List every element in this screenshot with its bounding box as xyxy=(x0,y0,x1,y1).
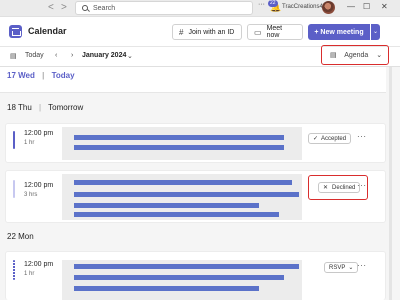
forward-arrow-icon[interactable]: > xyxy=(61,2,67,13)
title-bar: < > Search ··· 🔔 22 TracCreations48 — ☐ … xyxy=(0,0,400,17)
avatar[interactable] xyxy=(322,1,335,14)
event-duration: 1 hr xyxy=(24,271,35,277)
status-label: RSVP xyxy=(329,264,346,271)
minimize-icon[interactable]: — xyxy=(347,2,355,11)
next-arrow-icon[interactable]: › xyxy=(71,52,73,59)
day-heading-tomorrow: 18 Thu | Tomorrow xyxy=(7,103,83,112)
meet-label: Meet now xyxy=(266,25,283,39)
month-chevron-down-icon[interactable]: ⌄ xyxy=(127,52,133,60)
event-details xyxy=(62,260,302,300)
event-details xyxy=(62,174,302,220)
event-color-bar xyxy=(13,180,15,198)
redacted-text-bar xyxy=(74,135,284,140)
meet-now-button[interactable]: ▭ Meet now xyxy=(247,24,303,40)
view-switcher-button[interactable]: ▤ Agenda ⌄ xyxy=(330,51,382,59)
notification-badge: 22 xyxy=(268,0,278,7)
calendar-header: Calendar # Join with an ID ▭ Meet now + … xyxy=(0,17,400,47)
more-options-icon[interactable]: ··· xyxy=(357,181,367,190)
event-details xyxy=(62,127,302,160)
event-color-bar xyxy=(13,131,15,149)
today-button[interactable]: Today xyxy=(25,52,44,59)
divider: | xyxy=(42,71,45,80)
video-camera-icon: ▭ xyxy=(254,27,262,37)
more-options-icon[interactable]: ··· xyxy=(258,1,265,8)
prev-arrow-icon[interactable]: ‹ xyxy=(55,52,57,59)
day-heading-monday: 22 Mon xyxy=(7,232,34,241)
view-label: Agenda xyxy=(344,52,369,59)
maximize-icon[interactable]: ☐ xyxy=(363,2,370,11)
redacted-text-bar xyxy=(74,286,259,291)
redacted-text-bar xyxy=(74,180,292,185)
chevron-down-icon: ⌄ xyxy=(348,265,354,271)
calendar-toolbar: ▤ Today ‹ › January 2024 ⌄ ▤ Agenda ⌄ xyxy=(0,47,400,67)
chevron-down-icon: ⌄ xyxy=(372,29,379,35)
today-calendar-icon: ▤ xyxy=(10,53,17,60)
event-card[interactable]: 12:00 pm 3 hrs ✕ Declined ··· xyxy=(5,170,386,223)
status-label: Declined xyxy=(332,184,356,191)
back-arrow-icon[interactable]: < xyxy=(48,2,54,13)
x-icon: ✕ xyxy=(323,185,329,191)
calendar-app-icon xyxy=(9,25,22,38)
day-heading-today: 17 Wed | Today xyxy=(7,71,75,80)
event-time: 12:00 pm xyxy=(24,182,54,189)
chevron-down-icon: ⌄ xyxy=(376,52,383,59)
search-placeholder: Search xyxy=(93,4,116,12)
new-meeting-button[interactable]: + New meeting xyxy=(308,24,370,40)
more-options-icon[interactable]: ··· xyxy=(357,261,367,270)
agenda-view-icon: ▤ xyxy=(330,52,337,59)
day-relative: Tomorrow xyxy=(48,103,84,112)
redacted-text-bar xyxy=(74,264,299,269)
event-duration: 3 hrs xyxy=(24,192,38,198)
accepted-status-button[interactable]: ✓ Accepted xyxy=(308,133,352,144)
hash-icon: # xyxy=(179,27,184,37)
month-selector[interactable]: January 2024 xyxy=(82,52,126,59)
day-relative: Today xyxy=(51,71,75,80)
join-with-id-button[interactable]: # Join with an ID xyxy=(172,24,242,40)
page-title: Calendar xyxy=(28,26,67,36)
status-label: Accepted xyxy=(321,135,347,142)
redacted-text-bar xyxy=(74,275,284,280)
event-time: 12:00 pm xyxy=(24,261,54,268)
event-card[interactable]: 12:00 pm 1 hr ✓ Accepted ··· xyxy=(5,123,386,163)
redacted-text-bar xyxy=(74,203,259,208)
join-label: Join with an ID xyxy=(188,28,235,36)
event-color-bar xyxy=(13,260,15,280)
today-section: 17 Wed | Today xyxy=(0,67,386,93)
event-duration: 1 hr xyxy=(24,140,35,146)
redacted-text-bar xyxy=(74,145,284,150)
org-name[interactable]: TracCreations48 xyxy=(282,4,326,10)
search-icon xyxy=(82,5,88,11)
divider: | xyxy=(39,103,42,112)
new-meeting-label: + New meeting xyxy=(314,28,364,36)
redacted-text-bar xyxy=(74,212,279,217)
day-date: 22 Mon xyxy=(7,232,34,241)
close-icon[interactable]: ✕ xyxy=(381,2,388,11)
check-icon: ✓ xyxy=(313,136,319,142)
search-input[interactable]: Search xyxy=(75,1,253,15)
event-card[interactable]: 12:00 pm 1 hr RSVP ⌄ ··· xyxy=(5,251,386,300)
rsvp-button[interactable]: RSVP ⌄ xyxy=(324,262,359,273)
scrollbar[interactable] xyxy=(389,67,392,300)
declined-status-button[interactable]: ✕ Declined xyxy=(318,182,361,193)
event-time: 12:00 pm xyxy=(24,130,54,137)
new-meeting-dropdown-button[interactable]: ⌄ xyxy=(371,24,380,40)
redacted-text-bar xyxy=(74,192,299,197)
day-date: 17 Wed xyxy=(7,71,35,80)
day-date: 18 Thu xyxy=(7,103,32,112)
more-options-icon[interactable]: ··· xyxy=(357,132,367,141)
